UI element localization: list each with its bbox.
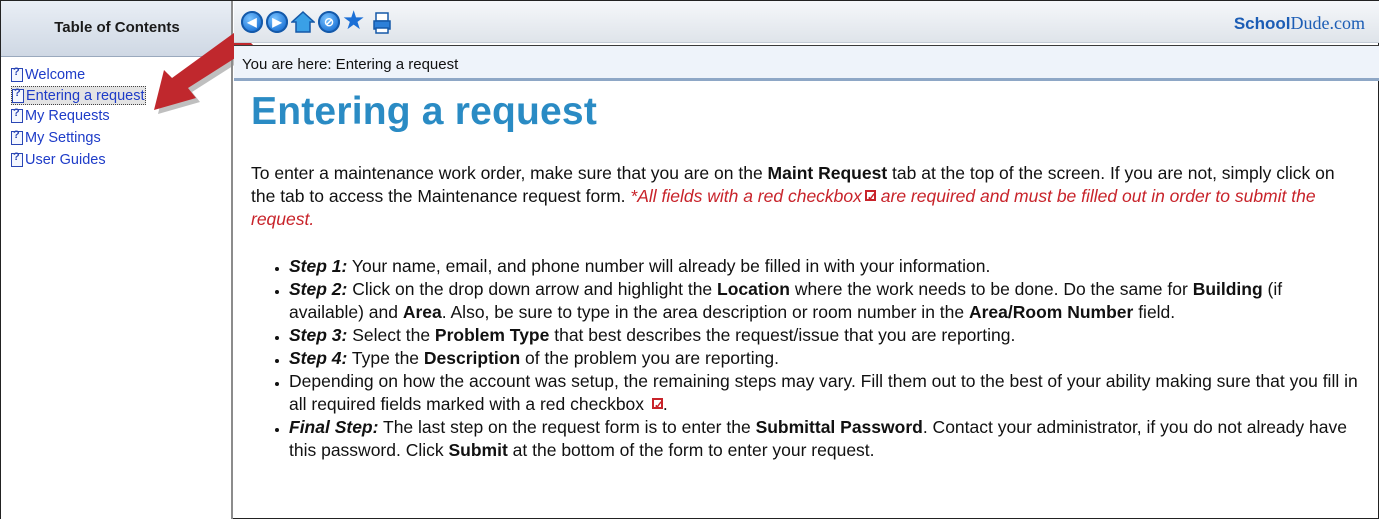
step-text: Your name, email, and phone number will …: [347, 256, 991, 276]
help-topic-icon: [12, 87, 24, 103]
toc-item-entering-a-request[interactable]: Entering a request: [11, 86, 146, 105]
step-text: Click on the drop down arrow and highlig…: [347, 279, 718, 299]
step-text: that best describes the request/issue th…: [549, 325, 1016, 345]
step-bold: Area/Room Number: [968, 302, 1134, 322]
help-topic-icon: [11, 107, 23, 123]
step-bold: Location: [717, 279, 790, 299]
red-checkbox-icon: [651, 394, 664, 417]
toc-item-my-settings[interactable]: My Settings: [11, 127, 146, 149]
step-label: Final Step:: [289, 417, 379, 437]
step-text: Depending on how the account was setup, …: [289, 371, 1358, 414]
step-label: Step 2:: [289, 279, 348, 299]
toc-item-label: User Guides: [25, 152, 106, 168]
step-bold: Problem Type: [434, 325, 550, 345]
page-title: Entering a request: [251, 90, 598, 133]
intro-paragraph: To enter a maintenance work order, make …: [251, 162, 1351, 231]
step-bold: Submit: [448, 440, 508, 460]
print-icon[interactable]: [373, 12, 391, 34]
help-topic-icon: [11, 151, 23, 167]
step-text: Type the: [347, 348, 424, 368]
brand-bold: School: [1233, 14, 1291, 33]
favorites-star-icon[interactable]: ★: [342, 7, 365, 33]
step-item-3: Step 3: Select the Problem Type that bes…: [289, 324, 1359, 347]
topic-content: Entering a request To enter a maintenanc…: [251, 90, 1361, 462]
steps-list: Step 1: Your name, email, and phone numb…: [251, 255, 1359, 462]
schooldude-logo[interactable]: SchoolDude.com: [1234, 13, 1365, 34]
step-item-4: Step 4: Type the Description of the prob…: [289, 347, 1359, 370]
stop-icon[interactable]: ⊘: [318, 11, 340, 33]
intro-bold: Maint Request: [767, 163, 888, 183]
step-item-1: Step 1: Your name, email, and phone numb…: [289, 255, 1359, 278]
step-text: Select the: [347, 325, 435, 345]
step-label: Step 3:: [289, 325, 348, 345]
brand-rest: Dude.com: [1290, 13, 1365, 33]
step-item-final: Final Step: The last step on the request…: [289, 416, 1359, 462]
breadcrumb: You are here: Entering a request: [234, 45, 1379, 81]
step-label: Step 4:: [289, 348, 348, 368]
toc-list: Welcome Entering a request My Requests M…: [11, 64, 146, 171]
toc-item-label: My Settings: [25, 130, 101, 146]
toolbar: ◀ ▶ ⊘ ★ SchoolDude.com: [234, 1, 1379, 43]
required-note-text: *All fields with a red checkbox: [630, 186, 862, 206]
help-topic-icon: [11, 66, 23, 82]
step-item-5: Depending on how the account was setup, …: [289, 370, 1359, 417]
home-icon[interactable]: [291, 10, 315, 34]
step-text: at the bottom of the form to enter your …: [507, 440, 875, 460]
step-text: . Also, be sure to type in the area desc…: [441, 302, 969, 322]
intro-text: To enter a maintenance work order, make …: [251, 163, 768, 183]
toc-item-label: Entering a request: [26, 87, 145, 104]
step-text: The last step on the request form is to …: [378, 417, 756, 437]
toc-item-user-guides[interactable]: User Guides: [11, 149, 146, 171]
step-bold: Submittal Password: [755, 417, 923, 437]
toc-item-welcome[interactable]: Welcome: [11, 64, 146, 86]
step-bold: Area: [402, 302, 442, 322]
step-label: Step 1:: [289, 256, 348, 276]
step-bold: Building: [1192, 279, 1263, 299]
toc-item-label: Welcome: [25, 67, 86, 83]
step-bold: Description: [423, 348, 521, 368]
toc-item-label: My Requests: [25, 108, 110, 124]
step-text: where the work needs to be done. Do the …: [789, 279, 1193, 299]
step-item-2: Step 2: Click on the drop down arrow and…: [289, 278, 1359, 324]
help-topic-icon: [11, 129, 23, 145]
toc-item-my-requests[interactable]: My Requests: [11, 105, 146, 127]
back-icon[interactable]: ◀: [241, 11, 263, 33]
step-text: field.: [1133, 302, 1176, 322]
step-text: of the problem you are reporting.: [520, 348, 779, 368]
forward-icon[interactable]: ▶: [266, 11, 288, 33]
red-checkbox-icon: [864, 186, 877, 209]
